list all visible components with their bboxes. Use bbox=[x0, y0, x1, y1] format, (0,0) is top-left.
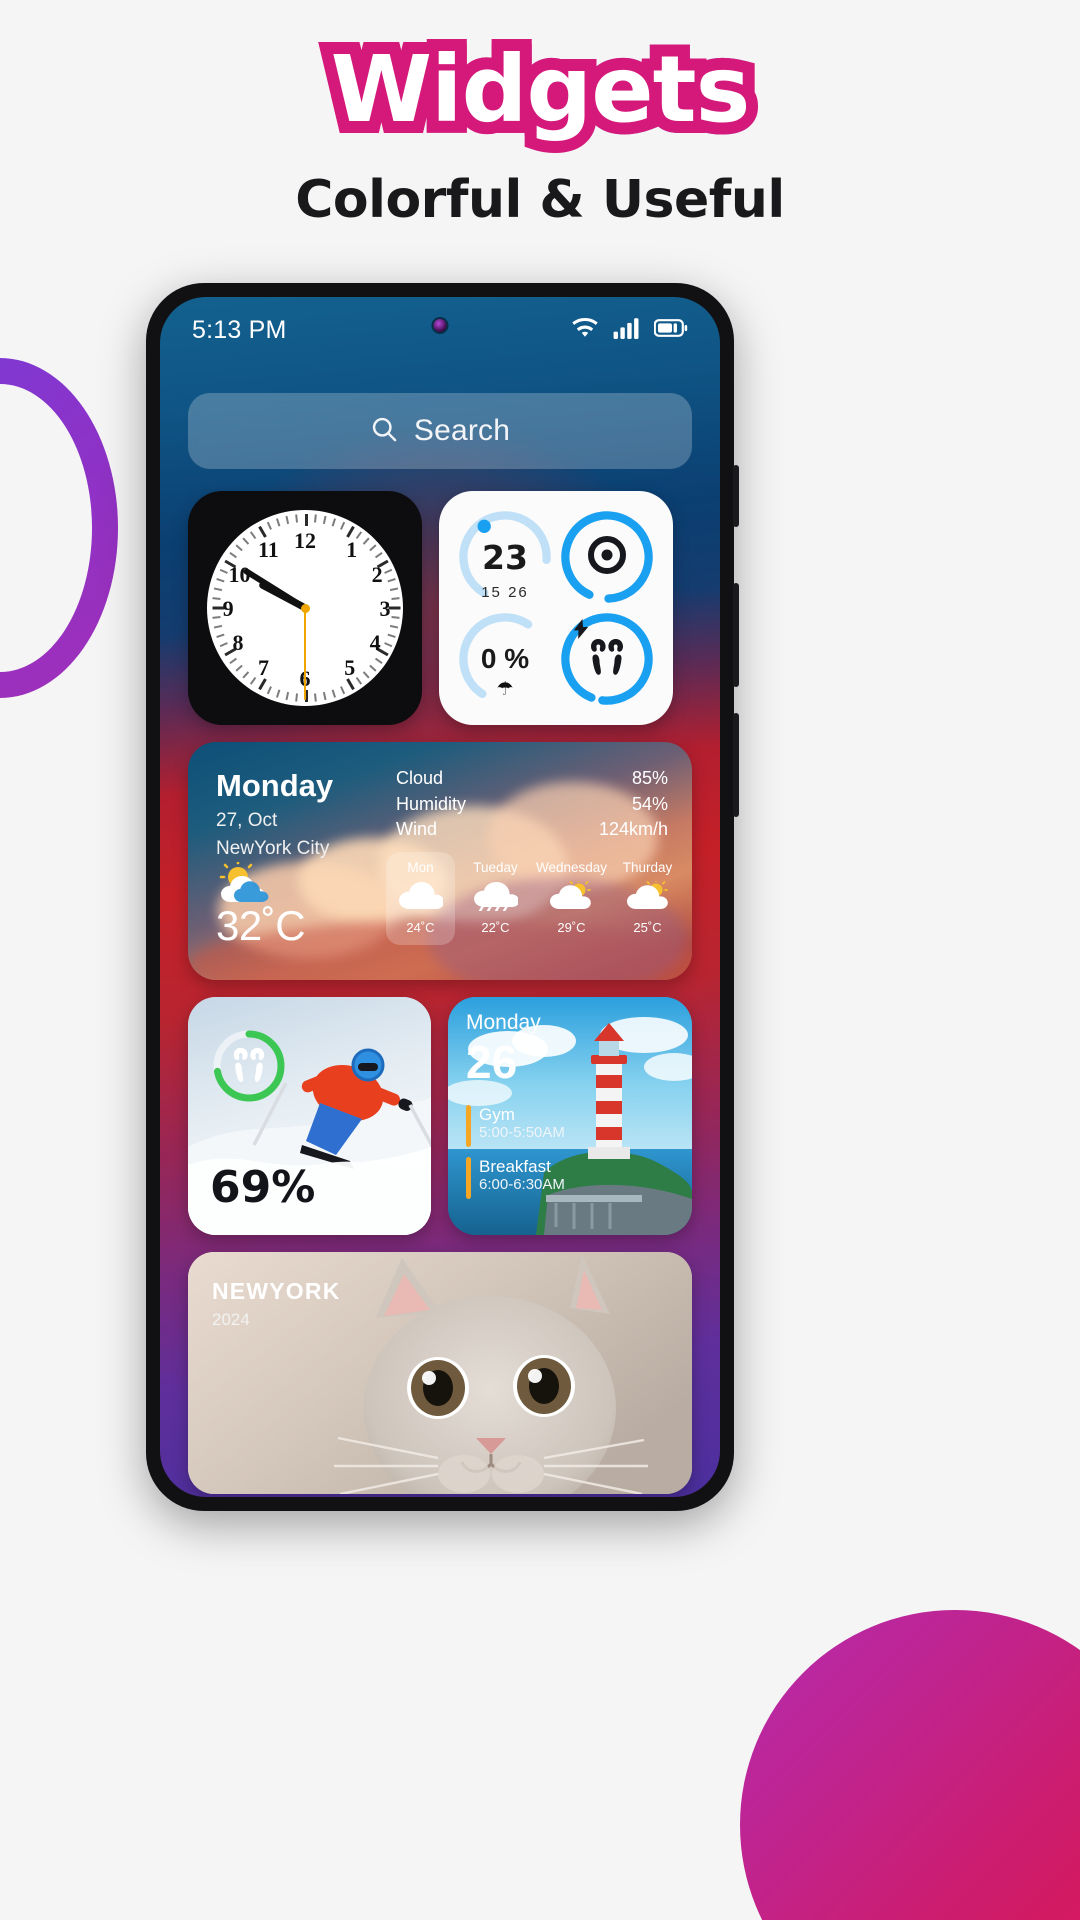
metric-label-wind: Wind bbox=[396, 819, 438, 840]
clock-number-2: 2 bbox=[371, 562, 383, 587]
earbuds-icon bbox=[229, 1046, 269, 1089]
cloud-icon bbox=[397, 882, 445, 915]
phone-button-mute[interactable] bbox=[733, 465, 739, 527]
forecast-temp: 24˚C bbox=[406, 920, 435, 935]
widget-grid: 12 1 2 3 4 5 6 7 8 9 10 11 bbox=[188, 491, 692, 1497]
event-time: 5:00-5:50AM bbox=[479, 1124, 565, 1142]
weather-metric-labels: Cloud Humidity Wind bbox=[396, 766, 466, 843]
clock-center-pin bbox=[300, 603, 310, 613]
weather-forecast: Mon 24˚C Tueday 22˚C Wednesday 29˚C Thur… bbox=[386, 852, 682, 945]
clock-number-11: 11 bbox=[257, 537, 279, 562]
app-title-fill: Widgets bbox=[330, 36, 751, 143]
rings-widget[interactable]: 23 15 26 0 % ☂ bbox=[439, 491, 673, 725]
widget-row-2: Monday 27, Oct NewYork City 32˚C Cloud H… bbox=[188, 742, 692, 980]
wifi-icon bbox=[570, 317, 600, 344]
status-bar-icons bbox=[570, 317, 688, 344]
search-bar[interactable]: Search bbox=[188, 393, 692, 469]
page-header: Widgets Widgets Colorful & Useful bbox=[0, 0, 1080, 231]
activity-percent: 69% bbox=[210, 1162, 316, 1213]
phone-mockup: 5:13 PM Search 12 1 2 3 4 5 7 8 9 10 11 … bbox=[146, 283, 739, 1511]
umbrella-icon: ☂ bbox=[496, 679, 514, 700]
front-camera-punchhole bbox=[433, 319, 447, 332]
cellular-signal-icon bbox=[613, 317, 641, 344]
phone-screen: 5:13 PM Search 12 1 2 3 4 5 7 8 9 10 11 … bbox=[160, 297, 720, 1497]
widget-row-3: 69% Monday 26 Gym 5:00-5:50AM Breakfast … bbox=[188, 997, 692, 1235]
page-subtitle: Colorful & Useful bbox=[295, 170, 785, 230]
clock-number-9: 9 bbox=[222, 596, 234, 621]
clock-second-hand bbox=[304, 608, 306, 700]
calendar-event[interactable]: Gym 5:00-5:50AM bbox=[466, 1105, 565, 1147]
sun-behind-cloud-icon bbox=[548, 878, 594, 915]
forecast-day[interactable]: Thurday 25˚C bbox=[613, 852, 682, 945]
app-title-wrap: Widgets Widgets bbox=[319, 32, 763, 148]
status-bar-clock: 5:13 PM bbox=[192, 315, 287, 344]
forecast-day[interactable]: Wednesday 29˚C bbox=[536, 852, 607, 945]
decorative-blob bbox=[740, 1610, 1080, 1920]
compass-gauge[interactable] bbox=[557, 507, 657, 607]
clock-face: 12 1 2 3 4 5 6 7 8 9 10 11 bbox=[207, 510, 403, 706]
forecast-day-name: Thurday bbox=[622, 860, 673, 875]
forecast-day-name: Mon bbox=[407, 860, 434, 875]
clock-minute-hand bbox=[242, 567, 307, 611]
temperature-range: 15 26 bbox=[455, 584, 555, 601]
calendar-event[interactable]: Breakfast 6:00-6:30AM bbox=[466, 1157, 565, 1199]
forecast-temp: 29˚C bbox=[557, 920, 586, 935]
temperature-high: 26 bbox=[508, 584, 529, 601]
clock-widget[interactable]: 12 1 2 3 4 5 6 7 8 9 10 11 bbox=[188, 491, 422, 725]
widget-row-1: 12 1 2 3 4 5 6 7 8 9 10 11 bbox=[188, 491, 692, 725]
weather-widget[interactable]: Monday 27, Oct NewYork City 32˚C Cloud H… bbox=[188, 742, 692, 980]
event-color-bar bbox=[466, 1157, 471, 1199]
forecast-day-name: Wednesday bbox=[535, 860, 608, 875]
charging-bolt-icon bbox=[573, 619, 589, 644]
weather-temperature: 32˚C bbox=[216, 902, 306, 949]
event-title: Breakfast bbox=[479, 1157, 551, 1176]
battery-icon bbox=[653, 318, 688, 343]
weather-day: Monday bbox=[216, 768, 334, 803]
activity-widget[interactable]: 69% bbox=[188, 997, 431, 1235]
calendar-date-number: 26 bbox=[466, 1036, 518, 1088]
clock-number-4: 4 bbox=[369, 630, 381, 655]
decorative-ring bbox=[0, 358, 118, 698]
clock-number-3: 3 bbox=[379, 596, 391, 621]
earbuds-gauge[interactable] bbox=[557, 609, 657, 709]
clock-number-12: 12 bbox=[294, 528, 316, 553]
app-title: Widgets Widgets bbox=[319, 32, 763, 148]
rain-cloud-icon bbox=[472, 882, 520, 915]
clock-number-1: 1 bbox=[346, 537, 358, 562]
forecast-temp: 22˚C bbox=[481, 920, 510, 935]
metric-label-humidity: Humidity bbox=[396, 793, 467, 814]
photo-widget[interactable]: NEWYORK 2024 bbox=[188, 1252, 692, 1494]
calendar-day-label: Monday bbox=[466, 1011, 541, 1034]
metric-value-cloud: 85% bbox=[631, 768, 668, 788]
temperature-gauge[interactable]: 23 15 26 bbox=[455, 507, 555, 607]
sun-behind-cloud-icon bbox=[625, 878, 671, 915]
event-time: 6:00-6:30AM bbox=[479, 1176, 565, 1194]
temperature-low: 15 bbox=[481, 584, 502, 601]
clock-number-7: 7 bbox=[257, 655, 269, 680]
forecast-day[interactable]: Tueday 22˚C bbox=[461, 852, 530, 945]
weather-metric-values: 85% 54% 124km/h bbox=[599, 766, 668, 843]
event-color-bar bbox=[466, 1105, 471, 1147]
metric-label-cloud: Cloud bbox=[396, 768, 444, 788]
search-icon bbox=[370, 415, 398, 448]
photo-year: 2024 bbox=[212, 1310, 250, 1329]
phone-button-volume[interactable] bbox=[733, 583, 739, 687]
phone-button-power[interactable] bbox=[733, 713, 739, 817]
metric-value-humidity: 54% bbox=[631, 793, 668, 814]
weather-date: 27, Oct bbox=[216, 810, 278, 831]
weather-city: NewYork City bbox=[216, 838, 330, 859]
clock-number-8: 8 bbox=[232, 630, 244, 655]
forecast-temp: 25˚C bbox=[633, 920, 662, 935]
rain-gauge[interactable]: 0 % ☂ bbox=[455, 609, 555, 709]
page-root: Widgets Widgets Colorful & Useful 5:13 P… bbox=[0, 0, 1080, 1920]
clock-number-5: 5 bbox=[344, 655, 356, 680]
forecast-day-name: Tueday bbox=[473, 860, 518, 875]
metric-value-wind: 124km/h bbox=[598, 819, 668, 840]
forecast-day[interactable]: Mon 24˚C bbox=[386, 852, 455, 945]
photo-title: NEWYORK bbox=[212, 1278, 341, 1304]
widget-row-4: NEWYORK 2024 bbox=[188, 1252, 692, 1494]
calendar-widget[interactable]: Monday 26 Gym 5:00-5:50AM Breakfast 6:00… bbox=[448, 997, 692, 1235]
search-placeholder: Search bbox=[413, 414, 511, 447]
event-title: Gym bbox=[479, 1105, 515, 1124]
